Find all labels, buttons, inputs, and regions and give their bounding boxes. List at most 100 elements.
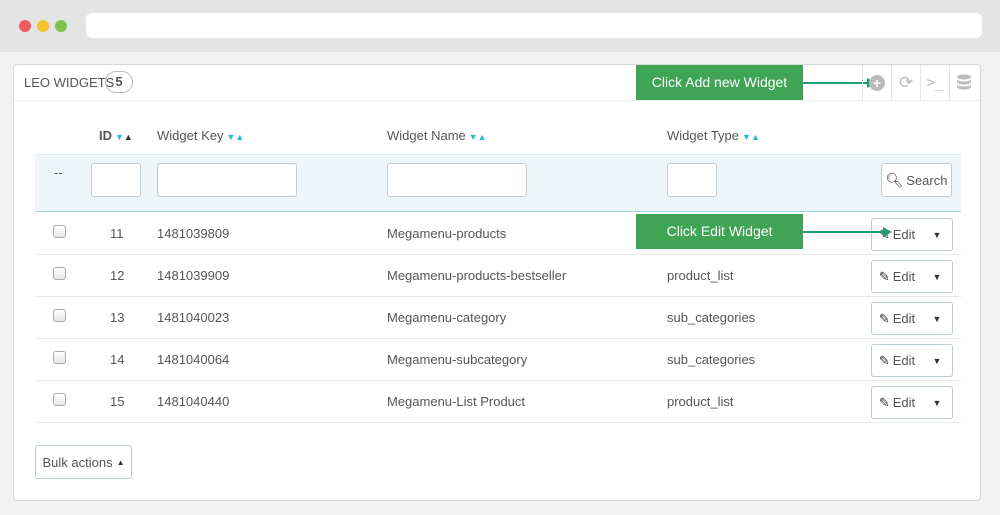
sort-asc-icon[interactable]: ▲ xyxy=(124,132,133,142)
edit-button[interactable]: ✎ Edit xyxy=(872,303,922,334)
row-widget-name: Megamenu-List Product xyxy=(387,394,526,409)
sort-desc-icon[interactable]: ▼ xyxy=(742,132,751,142)
edit-button[interactable]: ✎ Edit xyxy=(872,345,922,376)
sort-desc-icon[interactable]: ▼ xyxy=(469,132,478,142)
add-callout-arrow-line xyxy=(803,82,869,84)
table-row: 14 1481040064 Megamenu-subcategory sub_c… xyxy=(35,339,961,381)
caret-down-icon: ▼ xyxy=(932,271,942,282)
row-id: 14 xyxy=(110,352,125,367)
edit-label: Edit xyxy=(892,395,916,410)
table-row: 13 1481040023 Megamenu-category sub_cate… xyxy=(35,297,961,339)
widget-count-badge: 5 xyxy=(105,71,133,93)
search-button[interactable]: 🔍︎ Search xyxy=(881,163,952,197)
edit-dropdown-toggle[interactable]: ▼ xyxy=(922,303,952,334)
row-widget-key: 1481040440 xyxy=(157,394,230,409)
edit-button[interactable]: ✎ Edit xyxy=(872,261,922,292)
edit-widget-callout: Click Edit Widget xyxy=(636,214,803,249)
panel-header: LEO WIDGETS 5 Click Add new Widget + ⟳ >… xyxy=(14,65,980,101)
caret-up-icon: ▲ xyxy=(116,457,125,467)
column-header-key: Widget Key ▼▲ xyxy=(157,128,244,143)
column-type-label: Widget Type xyxy=(667,128,740,143)
row-widget-type: product_list xyxy=(667,394,734,409)
maximize-window-dot[interactable] xyxy=(55,20,67,32)
edit-callout-arrow-line xyxy=(803,231,885,233)
close-window-dot[interactable] xyxy=(19,20,31,32)
refresh-list-button[interactable]: ⟳ xyxy=(891,65,920,101)
sql-query-button[interactable]: >_ xyxy=(920,65,949,101)
sort-asc-icon[interactable]: ▲ xyxy=(751,132,760,142)
row-widget-key: 1481040023 xyxy=(157,310,230,325)
row-widget-name: Megamenu-products-bestseller xyxy=(387,268,567,283)
refresh-icon: ⟳ xyxy=(898,73,914,92)
pencil-icon: ✎ xyxy=(878,268,890,284)
row-widget-key: 1481040064 xyxy=(157,352,230,367)
edit-label: Edit xyxy=(892,269,916,284)
edit-dropdown-toggle[interactable]: ▼ xyxy=(922,261,952,292)
filter-placeholder-dash: -- xyxy=(54,165,63,180)
widgets-panel: LEO WIDGETS 5 Click Add new Widget + ⟳ >… xyxy=(13,64,981,501)
row-checkbox[interactable] xyxy=(53,351,66,364)
filter-type-input[interactable] xyxy=(667,163,717,197)
row-id: 15 xyxy=(110,394,125,409)
edit-button-group: ✎ Edit ▼ xyxy=(871,260,953,293)
search-button-label: Search xyxy=(906,172,948,188)
edit-button-group: ✎ Edit ▼ xyxy=(871,386,953,419)
caret-down-icon: ▼ xyxy=(932,397,942,408)
address-bar[interactable] xyxy=(86,13,982,38)
pencil-icon: ✎ xyxy=(878,310,890,326)
caret-down-icon: ▼ xyxy=(932,229,942,240)
row-id: 13 xyxy=(110,310,125,325)
row-widget-name: Megamenu-subcategory xyxy=(387,352,528,367)
caret-down-icon: ▼ xyxy=(932,355,942,366)
column-name-label: Widget Name xyxy=(387,128,466,143)
row-checkbox[interactable] xyxy=(53,309,66,322)
filter-id-input[interactable] xyxy=(91,163,141,197)
sort-asc-icon[interactable]: ▲ xyxy=(235,132,244,142)
row-id: 12 xyxy=(110,268,125,283)
row-widget-name: Megamenu-category xyxy=(387,310,507,325)
terminal-icon: >_ xyxy=(926,75,944,91)
filter-key-input[interactable] xyxy=(157,163,297,197)
database-icon xyxy=(957,74,971,90)
page-content: LEO WIDGETS 5 Click Add new Widget + ⟳ >… xyxy=(0,52,1000,515)
bulk-actions-button[interactable]: Bulk actions ▲ xyxy=(35,445,132,479)
row-widget-key: 1481039809 xyxy=(157,226,230,241)
sort-desc-icon[interactable]: ▼ xyxy=(115,132,124,142)
edit-label: Edit xyxy=(892,311,916,326)
column-header-id: ID ▼▲ xyxy=(99,128,133,143)
row-widget-name: Megamenu-products xyxy=(387,226,507,241)
edit-label: Edit xyxy=(892,353,916,368)
browser-chrome xyxy=(0,0,1000,52)
table-row: 15 1481040440 Megamenu-List Product prod… xyxy=(35,381,961,423)
edit-dropdown-toggle[interactable]: ▼ xyxy=(922,219,952,250)
caret-down-icon: ▼ xyxy=(932,313,942,324)
table-row: 12 1481039909 Megamenu-products-bestsell… xyxy=(35,255,961,297)
row-checkbox[interactable] xyxy=(53,267,66,280)
search-icon: 🔍︎ xyxy=(885,171,904,188)
column-key-label: Widget Key xyxy=(157,128,224,143)
add-new-widget-button[interactable]: + xyxy=(862,65,891,101)
export-database-button[interactable] xyxy=(949,65,978,101)
column-id-label: ID xyxy=(99,128,112,143)
bulk-actions-label: Bulk actions xyxy=(42,454,113,470)
edit-button[interactable]: ✎ Edit xyxy=(872,219,922,250)
row-widget-type: sub_categories xyxy=(667,352,756,367)
row-checkbox[interactable] xyxy=(53,393,66,406)
edit-button-group: ✎ Edit ▼ xyxy=(871,302,953,335)
column-header-type: Widget Type ▼▲ xyxy=(667,128,760,143)
row-checkbox[interactable] xyxy=(53,225,66,238)
pencil-icon: ✎ xyxy=(878,394,890,410)
panel-title: LEO WIDGETS xyxy=(24,75,115,90)
edit-dropdown-toggle[interactable]: ▼ xyxy=(922,345,952,376)
row-widget-type: product_list xyxy=(667,268,734,283)
sort-asc-icon[interactable]: ▲ xyxy=(478,132,487,142)
row-widget-key: 1481039909 xyxy=(157,268,230,283)
edit-button-group: ✎ Edit ▼ xyxy=(871,344,953,377)
filter-name-input[interactable] xyxy=(387,163,527,197)
table-row: 11 1481039809 Megamenu-products ✎ Edit ▼ xyxy=(35,213,961,255)
edit-button[interactable]: ✎ Edit xyxy=(872,387,922,418)
edit-label: Edit xyxy=(892,227,916,242)
edit-callout-arrow-head xyxy=(883,227,892,237)
edit-dropdown-toggle[interactable]: ▼ xyxy=(922,387,952,418)
minimize-window-dot[interactable] xyxy=(37,20,49,32)
